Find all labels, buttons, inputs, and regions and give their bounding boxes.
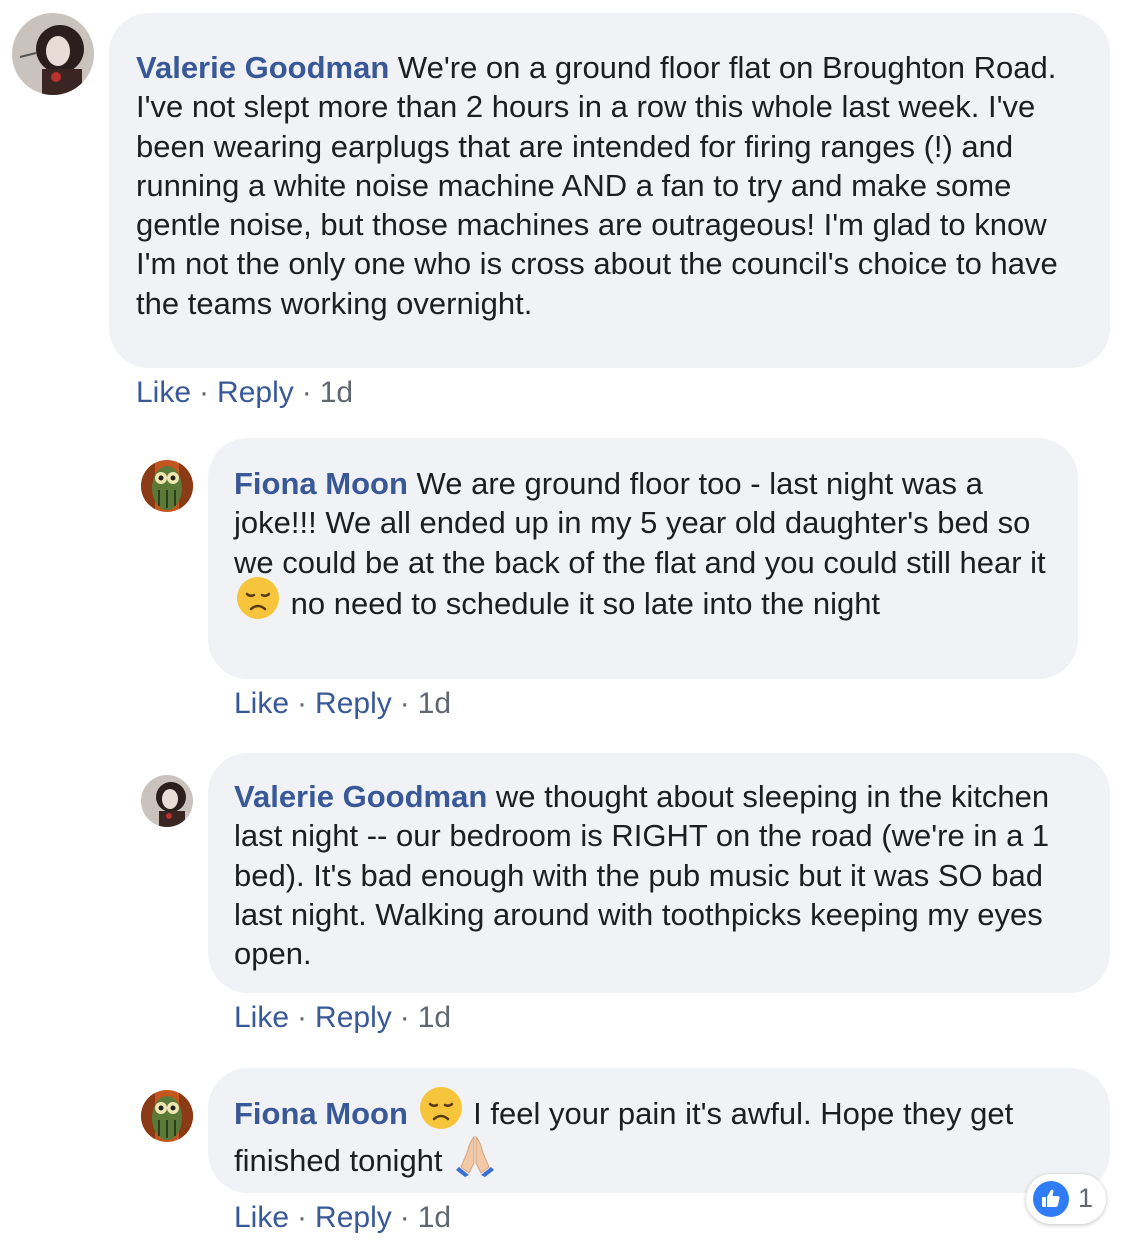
separator-dot: · xyxy=(399,1201,410,1234)
separator-dot: · xyxy=(297,1001,308,1034)
reply-button[interactable]: Reply xyxy=(217,376,294,409)
comment-bubble: Valerie Goodman We're on a ground floor … xyxy=(109,13,1110,368)
separator-dot: · xyxy=(399,687,410,720)
reaction-count: 1 xyxy=(1078,1183,1094,1213)
comment-timestamp[interactable]: 1d xyxy=(418,1001,451,1034)
separator-dot: · xyxy=(199,376,210,409)
folded-hands-icon xyxy=(453,1133,497,1186)
separator-dot: · xyxy=(297,1201,308,1234)
comment-bubble: Valerie Goodman we thought about sleepin… xyxy=(208,753,1110,993)
comment-author[interactable]: Fiona Moon xyxy=(234,466,408,501)
avatar[interactable] xyxy=(141,1090,193,1142)
comment-author[interactable]: Valerie Goodman xyxy=(234,779,487,814)
separator-dot: · xyxy=(399,1001,410,1034)
comment-text: no need to schedule it so late into the … xyxy=(290,585,881,621)
like-button[interactable]: Like xyxy=(234,1201,289,1234)
like-button[interactable]: Like xyxy=(234,687,289,720)
comment-actions: Like · Reply · 1d xyxy=(234,1201,451,1235)
avatar[interactable] xyxy=(12,13,94,95)
disappointed-face-icon xyxy=(419,1086,463,1139)
comment-bubble: Fiona Moon We are ground floor too - las… xyxy=(208,438,1078,679)
comment-author[interactable]: Fiona Moon xyxy=(234,1096,408,1131)
disappointed-face-icon xyxy=(236,576,280,629)
comment-actions: Like · Reply · 1d xyxy=(234,687,451,721)
comment-text: We're on a ground floor flat on Broughto… xyxy=(136,50,1058,321)
thumbs-up-icon xyxy=(1033,1181,1069,1217)
avatar[interactable] xyxy=(141,460,193,512)
avatar[interactable] xyxy=(141,775,193,827)
separator-dot: · xyxy=(301,376,312,409)
reaction-summary[interactable]: 1 xyxy=(1026,1174,1106,1224)
separator-dot: · xyxy=(297,687,308,720)
comment-actions: Like · Reply · 1d xyxy=(234,1001,451,1035)
comment-timestamp[interactable]: 1d xyxy=(320,376,353,409)
like-button[interactable]: Like xyxy=(136,376,191,409)
comment-author[interactable]: Valerie Goodman xyxy=(136,50,389,85)
comment-timestamp[interactable]: 1d xyxy=(418,1201,451,1234)
like-button[interactable]: Like xyxy=(234,1001,289,1034)
reply-button[interactable]: Reply xyxy=(315,1201,392,1234)
comment-timestamp[interactable]: 1d xyxy=(418,687,451,720)
comment-bubble: Fiona Moon I feel your pain it's awful. … xyxy=(208,1068,1110,1193)
comment-actions: Like · Reply · 1d xyxy=(136,376,353,410)
reply-button[interactable]: Reply xyxy=(315,687,392,720)
reply-button[interactable]: Reply xyxy=(315,1001,392,1034)
